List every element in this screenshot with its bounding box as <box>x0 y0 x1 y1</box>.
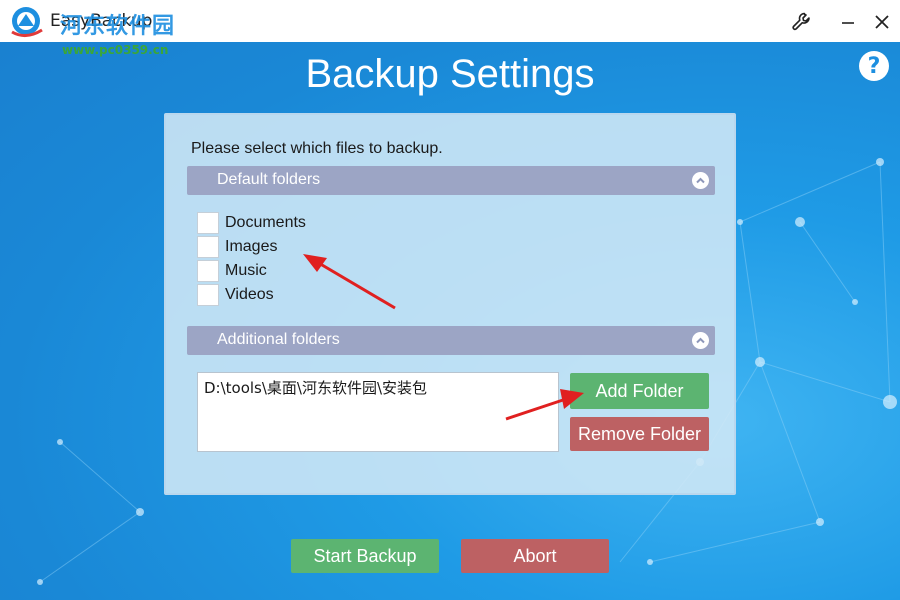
minimize-icon <box>842 22 854 24</box>
wrench-icon <box>792 12 810 31</box>
title-bar: EasyBackup 河东软件园 <box>0 0 900 42</box>
page-title: Backup Settings <box>305 52 595 96</box>
checkbox[interactable] <box>197 260 219 282</box>
settings-panel: Please select which files to backup. Def… <box>164 113 736 495</box>
additional-folders-label: Additional folders <box>217 331 340 348</box>
help-button[interactable]: ? <box>859 51 889 81</box>
checkbox[interactable] <box>197 284 219 306</box>
minimize-button[interactable] <box>834 8 862 36</box>
checkbox-label: Documents <box>225 214 306 231</box>
close-button[interactable] <box>868 8 896 36</box>
checkbox-label: Images <box>225 238 278 255</box>
app-logo-icon <box>11 7 43 37</box>
add-folder-button[interactable]: Add Folder <box>570 373 709 409</box>
watermark-text: 河东软件园 <box>60 14 176 39</box>
abort-button[interactable]: Abort <box>461 539 609 573</box>
list-item[interactable]: D:\tools\桌面\河东软件园\安装包 <box>204 377 427 398</box>
checkbox-label: Music <box>225 262 267 279</box>
checkbox-label: Videos <box>225 286 274 303</box>
default-folders-header[interactable]: Default folders <box>187 166 715 195</box>
settings-button[interactable] <box>788 8 816 36</box>
checkbox-images[interactable]: Images <box>197 236 277 258</box>
checkbox[interactable] <box>197 212 219 234</box>
additional-folders-header[interactable]: Additional folders <box>187 326 715 355</box>
remove-folder-button[interactable]: Remove Folder <box>570 417 709 451</box>
chevron-up-icon[interactable] <box>692 332 709 349</box>
default-folders-label: Default folders <box>217 171 321 188</box>
chevron-up-icon[interactable] <box>692 172 709 189</box>
checkbox[interactable] <box>197 236 219 258</box>
close-icon <box>875 15 889 29</box>
additional-folders-list[interactable]: D:\tools\桌面\河东软件园\安装包 <box>197 372 559 452</box>
checkbox-documents[interactable]: Documents <box>197 212 306 234</box>
start-backup-button[interactable]: Start Backup <box>291 539 439 573</box>
instruction-text: Please select which files to backup. <box>191 140 443 157</box>
checkbox-music[interactable]: Music <box>197 260 267 282</box>
checkbox-videos[interactable]: Videos <box>197 284 274 306</box>
